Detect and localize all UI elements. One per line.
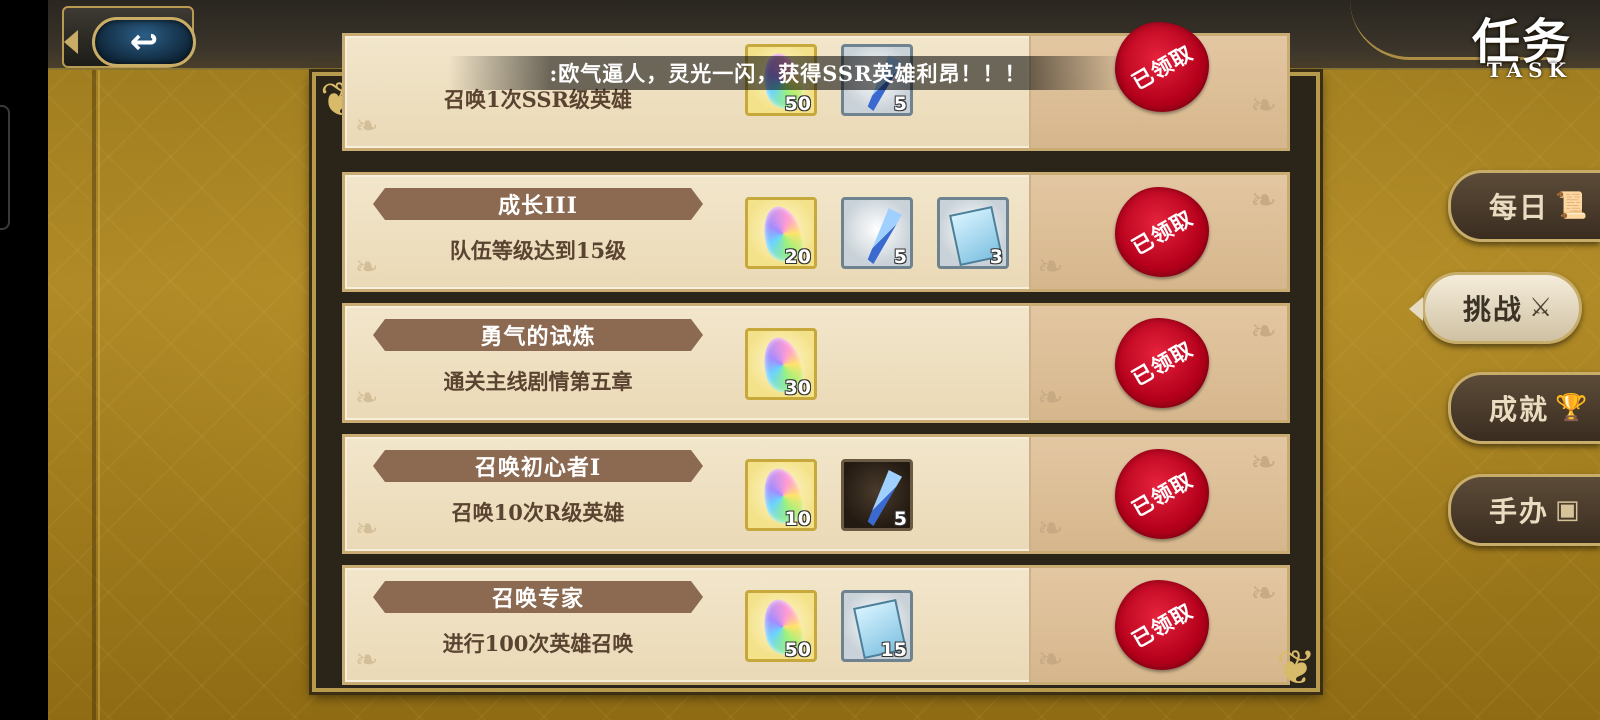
device-notch (0, 105, 10, 230)
reward-qty: 30 (784, 377, 811, 399)
reward-item[interactable]: 15 (841, 590, 913, 662)
task-title-banner: 成长III (373, 188, 703, 220)
swirl-ornament-icon: ❧ (1037, 247, 1064, 285)
figure-card-icon: ▣ (1555, 495, 1582, 525)
claimed-label: 已领取 (1127, 40, 1198, 95)
back-pointer-icon (64, 30, 78, 54)
claimed-seal: 已领取 (1115, 22, 1209, 112)
task-title: 召唤初心者I (474, 455, 602, 481)
left-frame-highlight (98, 70, 100, 720)
reward-item[interactable]: 20 (745, 197, 817, 269)
task-desc: 通关主线剧情第五章 (443, 369, 633, 394)
claimed-seal: 已领取 (1115, 580, 1209, 670)
reward-qty: 5 (893, 93, 907, 115)
crossed-swords-icon: ⚔ (1529, 293, 1555, 323)
swirl-ornament-icon: ❧ (1250, 443, 1277, 481)
reward-qty: 10 (784, 508, 811, 530)
left-frame-line (92, 70, 96, 720)
swirl-ornament-icon: ❧ (1250, 181, 1277, 219)
task-row: ❧ 召唤1次SSR级英雄 50 5 ❧ 已领取 (342, 22, 1290, 151)
screen-title: 任务 TASK (1350, 0, 1600, 110)
marquee-text: :欧气逼人，灵光一闪，获得SSR英雄利昂！！！ (549, 61, 1027, 86)
reward-list: 50 15 (745, 590, 913, 662)
task-title-banner: 召唤初心者I (373, 450, 703, 482)
task-screen: ↩ 任务 TASK :欧气逼人，灵光一闪，获得SSR英雄利昂！！！ ❦ ❧ 召唤… (48, 0, 1600, 720)
task-desc: 队伍等级达到15级 (449, 238, 627, 263)
claim-area: ❧ ❧ 已领取 (1029, 175, 1287, 289)
task-title: 成长III (498, 193, 578, 219)
reward-list: 10 5 (745, 459, 913, 531)
scroll-icon: 📜 (1555, 191, 1590, 221)
reward-list: 20 5 3 (745, 197, 1009, 269)
tab-daily-label: 每日 (1489, 191, 1550, 224)
corner-ornament-icon: ❦ (1275, 640, 1317, 696)
claimed-label: 已领取 (1127, 598, 1198, 653)
task-desc: 召唤10次R级英雄 (451, 500, 625, 525)
swirl-ornament-icon: ❧ (1037, 640, 1064, 678)
reward-item[interactable]: 30 (745, 328, 817, 400)
announcement-marquee: :欧气逼人，灵光一闪，获得SSR英雄利昂！！！ (448, 56, 1128, 90)
reward-item[interactable]: 10 (745, 459, 817, 531)
swirl-ornament-icon: ❧ (1037, 509, 1064, 547)
reward-qty: 5 (893, 508, 907, 530)
tab-challenge-label: 挑战 (1463, 293, 1524, 326)
tab-achievement[interactable]: 成就 🏆 (1448, 372, 1600, 444)
task-list-panel[interactable]: ❦ ❧ 召唤1次SSR级英雄 50 5 ❧ 已领取 ❧ 成长III 队伍等级达到… (312, 22, 1320, 696)
tab-achievement-label: 成就 (1489, 393, 1550, 426)
reward-item[interactable]: 5 (841, 459, 913, 531)
device-edge (0, 0, 48, 720)
title-english: TASK (1486, 58, 1572, 82)
task-row: ❧ 召唤初心者I 召唤10次R级英雄 10 5 ❧ ❧ 已领取 (342, 434, 1290, 554)
claimed-label: 已领取 (1127, 336, 1198, 391)
task-row: ❧ 成长III 队伍等级达到15级 20 5 3 ❧ ❧ 已领取 (342, 172, 1290, 292)
back-button[interactable]: ↩ (92, 17, 196, 67)
tab-figure[interactable]: 手办 ▣ (1448, 474, 1600, 546)
reward-qty: 20 (784, 246, 811, 268)
task-row: ❧ 勇气的试炼 通关主线剧情第五章 30 ❧ ❧ 已领取 (342, 303, 1290, 423)
back-arrow-icon: ↩ (129, 22, 159, 62)
claim-area: ❧ 已领取 (1029, 22, 1287, 148)
claim-area: ❧ ❧ 已领取 (1029, 437, 1287, 551)
task-row: ❧ 召唤专家 进行100次英雄召唤 50 15 ❧ ❧ 已领取 (342, 565, 1290, 685)
reward-item[interactable]: 5 (841, 197, 913, 269)
swirl-ornament-icon: ❧ (1250, 312, 1277, 350)
reward-qty: 5 (893, 246, 907, 268)
claimed-label: 已领取 (1127, 467, 1198, 522)
reward-qty: 15 (880, 639, 907, 661)
task-title-banner: 勇气的试炼 (373, 319, 703, 351)
reward-item[interactable]: 50 (745, 590, 817, 662)
reward-qty: 3 (989, 246, 1003, 268)
tab-daily[interactable]: 每日 📜 (1448, 170, 1600, 242)
task-title: 召唤专家 (491, 586, 584, 612)
claimed-seal: 已领取 (1115, 449, 1209, 539)
tab-challenge[interactable]: 挑战 ⚔ (1409, 272, 1582, 344)
claim-area: ❧ ❧ 已领取 (1029, 568, 1287, 682)
swirl-ornament-icon: ❧ (1037, 378, 1064, 416)
claim-area: ❧ ❧ 已领取 (1029, 306, 1287, 420)
trophy-icon: 🏆 (1555, 393, 1590, 423)
reward-qty: 50 (784, 93, 811, 115)
tab-figure-label: 手办 (1489, 495, 1550, 528)
swirl-ornament-icon: ❧ (1250, 86, 1277, 124)
back-button-frame: ↩ (62, 6, 196, 68)
claimed-seal: 已领取 (1115, 318, 1209, 408)
claimed-label: 已领取 (1127, 205, 1198, 260)
task-title: 勇气的试炼 (480, 324, 596, 350)
task-title-banner: 召唤专家 (373, 581, 703, 613)
reward-item[interactable]: 3 (937, 197, 1009, 269)
active-tab-pointer-icon (1409, 297, 1423, 321)
reward-qty: 50 (784, 639, 811, 661)
swirl-ornament-icon: ❧ (1250, 574, 1277, 612)
claimed-seal: 已领取 (1115, 187, 1209, 277)
task-desc: 进行100次英雄召唤 (442, 631, 634, 656)
reward-list: 30 (745, 328, 817, 400)
